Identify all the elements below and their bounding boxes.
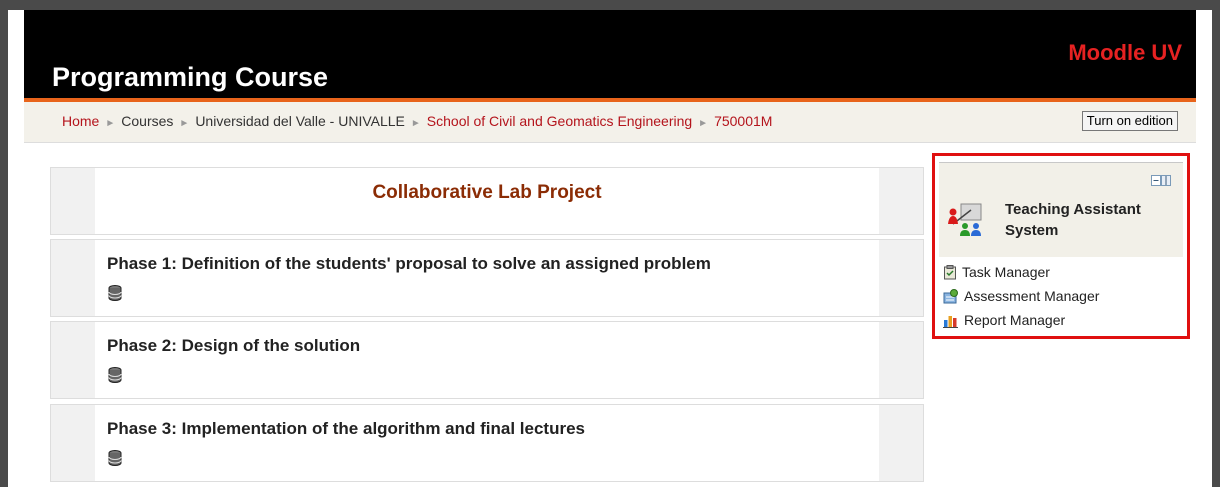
section-content: Phase 1: Definition of the students' pro… <box>95 240 879 316</box>
block-title-line-1: Teaching Assistant <box>1005 201 1141 218</box>
section-content: Collaborative Lab Project <box>95 168 879 234</box>
breadcrumb: Home ► Courses ► Universidad del Valle - UNI… <box>62 113 772 129</box>
breadcrumb-courses[interactable]: Courses <box>121 113 173 129</box>
window-frame-left <box>0 0 8 487</box>
section-title: Collaborative Lab Project <box>372 182 602 203</box>
report-manager-link[interactable]: Report Manager <box>943 312 1065 328</box>
course-title: Programming Course <box>52 62 329 92</box>
assessment-manager-label[interactable]: Assessment Manager <box>964 288 1099 304</box>
turn-on-edition-button[interactable]: Turn on edition <box>1081 111 1178 131</box>
assessment-manager-link[interactable]: Assessment Manager <box>943 288 1099 304</box>
section-phase-1: Phase 1: Definition of the students' pro… <box>50 239 924 317</box>
breadcrumb-school[interactable]: School of Civil and Geomatics Engineerin… <box>427 113 692 129</box>
assessment-icon <box>943 288 958 303</box>
window-frame-top <box>0 0 1220 10</box>
section-content: Phase 2: Design of the solution <box>95 322 879 398</box>
section-topic: Collaborative Lab Project <box>50 167 924 235</box>
block-title: Teaching Assistant System <box>1005 199 1141 241</box>
task-manager-link[interactable]: Task Manager <box>943 264 1050 280</box>
breadcrumb-separator: ► <box>410 118 421 129</box>
task-manager-label[interactable]: Task Manager <box>962 264 1050 280</box>
report-icon <box>943 315 958 328</box>
breadcrumb-home[interactable]: Home <box>62 113 99 129</box>
block-title-line-2: System <box>1005 222 1059 239</box>
teaching-assistant-block: Teaching Assistant System Task Manager A… <box>932 153 1190 339</box>
page-header: Programming Course Moodle UV <box>24 10 1196 98</box>
breadcrumb-separator: ► <box>105 118 116 129</box>
database-icon[interactable] <box>108 285 122 301</box>
teaching-assistant-icon <box>948 203 982 236</box>
block-header: Teaching Assistant System <box>939 162 1183 257</box>
phase-title: Phase 1: Definition of the students' pro… <box>107 254 711 273</box>
section-phase-2: Phase 2: Design of the solution <box>50 321 924 399</box>
database-icon[interactable] <box>108 367 122 383</box>
breadcrumb-separator: ► <box>698 118 709 129</box>
task-icon <box>944 264 956 279</box>
breadcrumb-course-code[interactable]: 750001M <box>714 113 772 129</box>
database-icon[interactable] <box>108 450 122 466</box>
window-frame-right <box>1212 0 1220 487</box>
site-name[interactable]: Moodle UV <box>1068 40 1182 66</box>
phase-title: Phase 3: Implementation of the algorithm… <box>107 419 585 438</box>
collapse-icon[interactable] <box>1151 175 1171 187</box>
section-content: Phase 3: Implementation of the algorithm… <box>95 405 879 481</box>
section-phase-3: Phase 3: Implementation of the algorithm… <box>50 404 924 482</box>
navbar: Home ► Courses ► Universidad del Valle - UNI… <box>24 102 1196 143</box>
phase-title: Phase 2: Design of the solution <box>107 336 361 355</box>
breadcrumb-university[interactable]: Universidad del Valle - UNIVALLE <box>195 113 405 129</box>
breadcrumb-separator: ► <box>179 118 190 129</box>
report-manager-label[interactable]: Report Manager <box>964 312 1065 328</box>
